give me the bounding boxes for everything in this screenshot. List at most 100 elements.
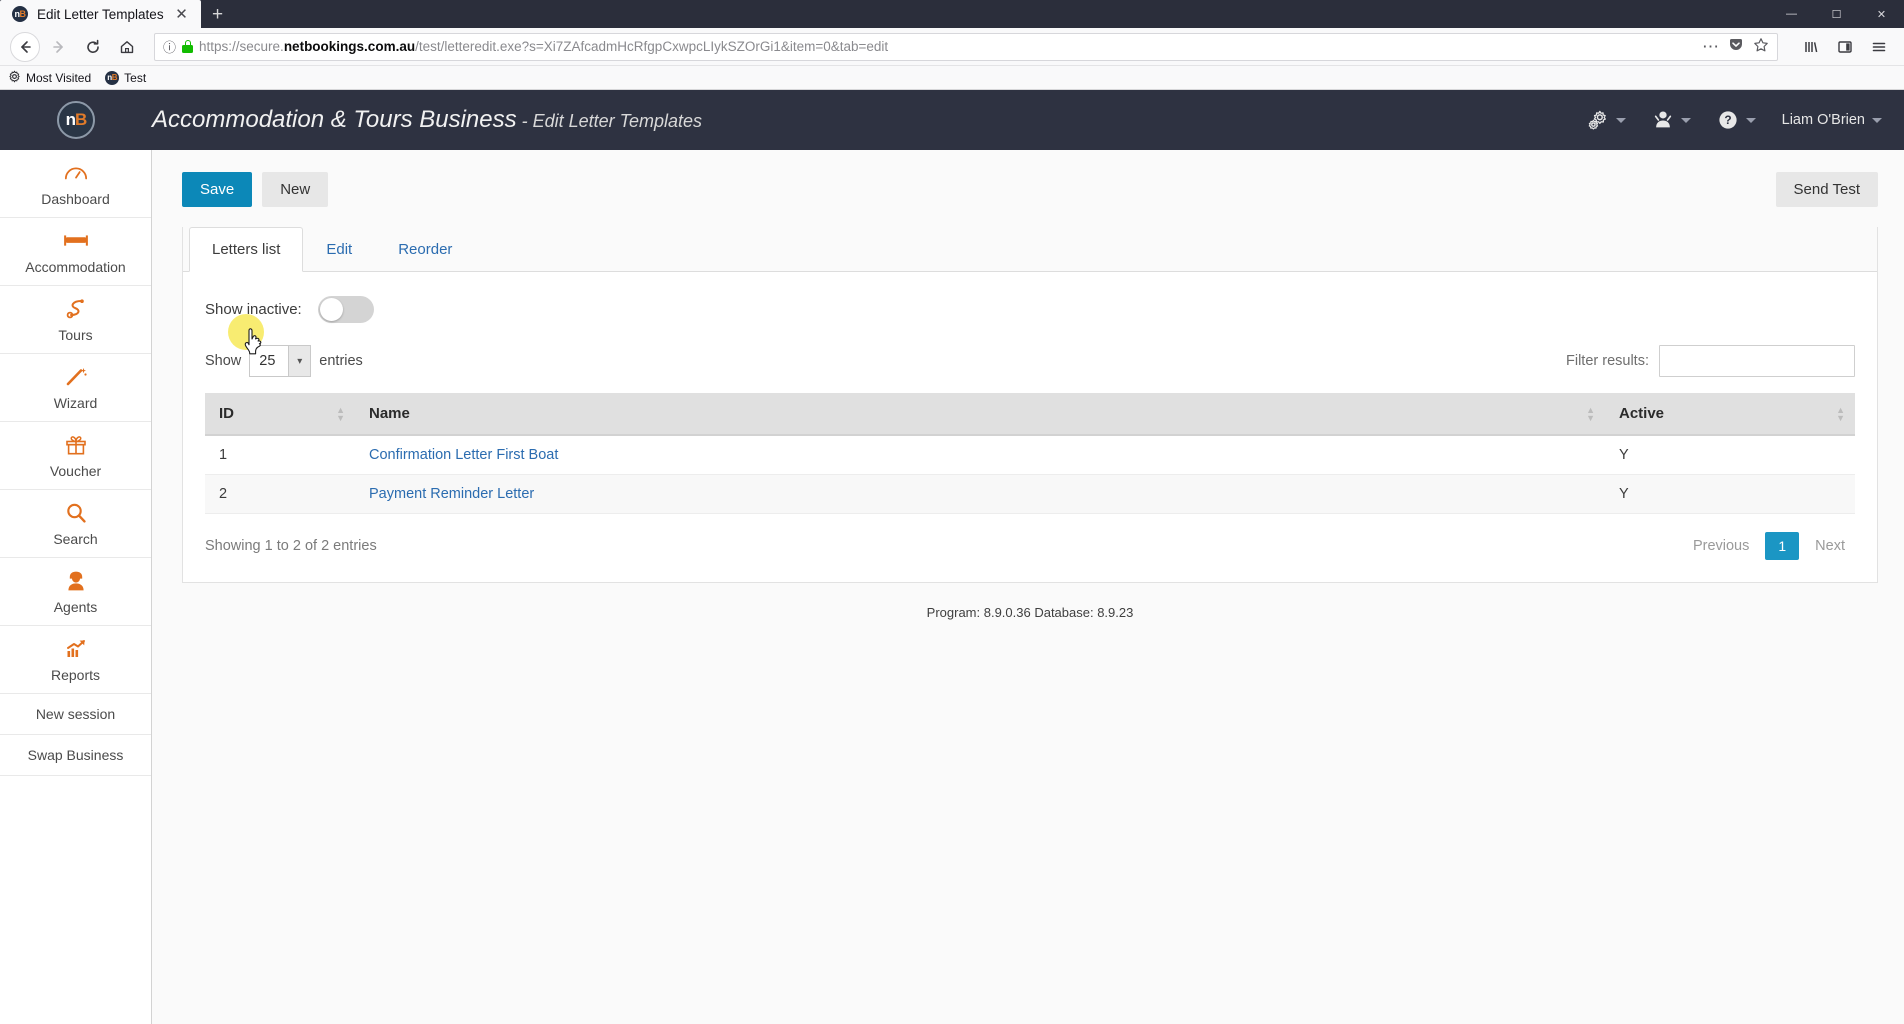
hamburger-menu-icon[interactable] [1864,32,1894,62]
filter-input[interactable] [1659,345,1855,377]
pagination-page-1[interactable]: 1 [1765,532,1800,560]
chevron-down-icon [1680,117,1691,123]
sidebar-item-swap-business[interactable]: Swap Business [0,735,151,776]
sidebar-item-wizard[interactable]: Wizard [0,354,151,422]
column-label: ID [219,405,234,422]
nb-favicon-icon: nB [105,70,120,85]
sidebar-item-agents[interactable]: Agents [0,558,151,626]
show-inactive-toggle[interactable] [317,296,374,323]
maximize-icon[interactable]: ☐ [1814,0,1859,28]
app-body: Dashboard Accommodation Tours Wizard Vou… [0,150,1904,1024]
window-controls: — ☐ ✕ [1769,0,1904,28]
page-info-icon[interactable]: ⓘ [163,37,176,56]
show-label: Show [205,353,242,369]
column-header-name[interactable]: Name ▲ ▼ [355,393,1605,436]
gauge-icon [64,162,88,184]
table-body: 1 Confirmation Letter First Boat Y 2 Pay… [205,435,1855,514]
gear-icon [8,70,21,86]
minimize-icon[interactable]: — [1769,0,1814,28]
bookmark-test[interactable]: nB Test [105,70,146,85]
pagination-previous[interactable]: Previous [1683,532,1759,560]
toggle-knob [319,298,343,321]
settings-menu[interactable] [1587,109,1626,131]
show-inactive-row: Show inactive: [205,296,1855,323]
browser-tab-title: Edit Letter Templates [37,6,164,22]
sidebar-item-tours[interactable]: Tours [0,286,151,354]
table-footer: Showing 1 to 2 of 2 entries Previous 1 N… [205,532,1855,560]
window-close-icon[interactable]: ✕ [1859,0,1904,28]
sidebar-item-new-session[interactable]: New session [0,694,151,735]
chevron-down-icon [1745,117,1756,123]
account-menu[interactable]: Liam O'Brien [1782,112,1882,128]
tab-favicon-icon: nB [12,6,28,22]
back-icon[interactable] [10,31,40,62]
letters-table: ID ▲ ▼ Name ▲ ▼ Active ▲ ▼ 1 Confirmatio… [205,393,1855,514]
sidebar-item-label: Swap Business [27,747,124,763]
bookmark-star-icon[interactable] [1753,37,1769,56]
lock-icon [182,40,194,53]
main-content: Save New Send Test Letters list Edit Reo… [152,150,1904,1024]
page-actions-icon[interactable]: ⋯ [1702,37,1719,57]
sidebar-item-accommodation[interactable]: Accommodation [0,218,151,286]
tab-bar: Letters list Edit Reorder [183,227,1877,272]
reload-icon[interactable] [78,32,108,62]
cell-active: Y [1605,435,1855,475]
page-size-select[interactable]: 25 ▾ [249,345,312,377]
new-tab-button[interactable]: + [201,0,235,28]
close-icon[interactable]: ✕ [173,5,191,23]
user-switch-menu[interactable] [1652,109,1691,131]
account-name: Liam O'Brien [1781,112,1865,128]
column-header-active[interactable]: Active ▲ ▼ [1605,393,1855,436]
tab-letters-list[interactable]: Letters list [189,227,304,272]
bookmark-most-visited[interactable]: Most Visited [8,70,91,86]
table-row[interactable]: 2 Payment Reminder Letter Y [205,474,1855,514]
bookmark-label: Most Visited [26,70,92,85]
column-label: Name [369,405,410,422]
sidebar: Dashboard Accommodation Tours Wizard Vou… [0,150,152,1024]
forward-icon[interactable] [44,32,74,62]
sidebar-item-label: Accommodation [25,259,126,275]
sort-indicator-icon: ▲ ▼ [1586,404,1595,423]
pagination-next[interactable]: Next [1805,532,1855,560]
sidebar-toggle-icon[interactable] [1830,32,1860,62]
showing-entries-info: Showing 1 to 2 of 2 entries [205,538,377,554]
sidebar-item-label: Reports [50,667,101,683]
browser-tab[interactable]: nB Edit Letter Templates ✕ [0,0,201,28]
library-icon[interactable] [1796,32,1826,62]
filter-label: Filter results: [1566,353,1649,369]
help-menu[interactable]: ? [1717,109,1756,131]
url-bar[interactable]: ⓘ https://secure.netbookings.com.au/test… [154,32,1778,61]
page-title: Accommodation & Tours Business - Edit Le… [152,106,1587,134]
new-button[interactable]: New [262,172,329,207]
filter-control: Filter results: [1566,345,1855,377]
url-actions: ⋯ [1702,37,1769,57]
home-icon[interactable] [112,32,142,62]
cell-active: Y [1605,474,1855,514]
sidebar-item-search[interactable]: Search [0,490,151,558]
cell-name: Confirmation Letter First Boat [355,435,1605,475]
footer-version: Program: 8.9.0.36 Database: 8.9.23 [926,605,1134,620]
sidebar-item-dashboard[interactable]: Dashboard [0,150,151,218]
brand-logo-icon: nB [57,101,95,139]
pocket-icon[interactable] [1728,37,1744,56]
chevron-down-icon: ▾ [288,346,311,376]
toolbar-left-group: Save New [182,172,329,207]
browser-toolbar-icons [1790,32,1894,62]
column-header-id[interactable]: ID ▲ ▼ [205,393,355,436]
save-button[interactable]: Save [182,172,253,207]
svg-text:?: ? [1724,113,1731,127]
show-entries-control: Show 25 ▾ entries [205,345,363,377]
cell-id: 1 [205,435,355,475]
letter-link[interactable]: Confirmation Letter First Boat [369,447,558,463]
send-test-button[interactable]: Send Test [1775,172,1878,207]
url-text: https://secure.netbookings.com.au/test/l… [199,39,889,54]
letter-link[interactable]: Payment Reminder Letter [369,486,534,502]
tab-edit[interactable]: Edit [303,227,375,272]
sidebar-item-voucher[interactable]: Voucher [0,422,151,490]
agent-icon [65,570,87,592]
entries-label: entries [319,353,363,369]
table-row[interactable]: 1 Confirmation Letter First Boat Y [205,435,1855,475]
sidebar-item-reports[interactable]: Reports [0,626,151,694]
brand-logo-wrap[interactable]: nB [0,101,152,139]
tab-reorder[interactable]: Reorder [375,227,475,272]
